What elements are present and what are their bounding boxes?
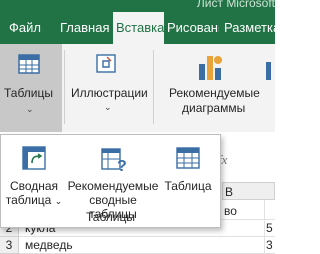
tables-label: Таблицы [4,86,54,100]
ribbon-separator [153,50,154,124]
cell-value[interactable]: 5 [266,221,273,235]
tab-insert[interactable]: Вставка [113,12,164,44]
chart-partial-icon [264,54,275,89]
illustrations-button[interactable]: Иллюстрации ⌄ [66,44,150,132]
table-icon [17,52,41,79]
gridline [18,236,275,237]
pivot-table-icon [21,145,47,174]
ribbon-separator [64,50,65,124]
chart-icon [196,50,226,87]
column-header-b[interactable]: B [222,182,275,200]
cell-value[interactable]: 3 [266,238,273,252]
tab-home[interactable]: Главная [60,12,109,44]
tab-draw[interactable]: Рисовани [167,12,219,44]
tab-file[interactable]: Файл [9,12,41,44]
cell-name[interactable]: медведь [25,238,73,252]
ribbon-tabs: Файл Главная Вставка Рисовани Разметка [0,12,275,44]
tables-button[interactable]: Таблицы ⌄ [0,44,62,132]
tables-dropdown: Сводная таблица ⌄ ? Рекомендуемые сводны… [0,134,221,228]
pivot-table-label-2: таблица ⌄ [5,193,63,207]
insert-table-button[interactable]: Таблица [161,139,215,195]
ribbon: Таблицы ⌄ Иллюстрации ⌄ Рекомендуемые ди… [0,44,275,133]
recommended-charts-button[interactable]: Рекомендуемые диаграммы [160,44,260,132]
tables-group-label: Таблицы [85,210,135,224]
recommended-charts-label-2: диаграммы [182,101,246,115]
illustrations-label: Иллюстрации [71,86,148,100]
pivot-table-label-1: Сводная [9,179,59,193]
recommended-pivot-label-1: Рекомендуемые [67,179,159,193]
recommended-charts-label-1: Рекомендуемые [169,86,260,100]
table-icon [175,145,201,174]
recommended-pivot-icon: ? [100,145,128,176]
chevron-down-icon: ⌄ [26,104,34,114]
cell-header-fragment[interactable]: во [224,204,237,218]
tab-layout[interactable]: Разметка [224,12,275,44]
svg-text:?: ? [117,158,127,173]
row-header[interactable]: 3 [0,237,19,254]
gridline [264,200,265,254]
chevron-down-icon: ⌄ [104,102,112,112]
recommended-pivot-button[interactable]: ? Рекомендуемые сводные таблицы [67,139,159,221]
pivot-table-button[interactable]: Сводная таблица ⌄ [5,139,63,209]
insert-table-label: Таблица [164,179,212,193]
title-bar: Лист Microsoft [0,0,275,12]
shapes-icon [94,52,120,79]
document-title: Лист Microsoft [196,0,275,10]
